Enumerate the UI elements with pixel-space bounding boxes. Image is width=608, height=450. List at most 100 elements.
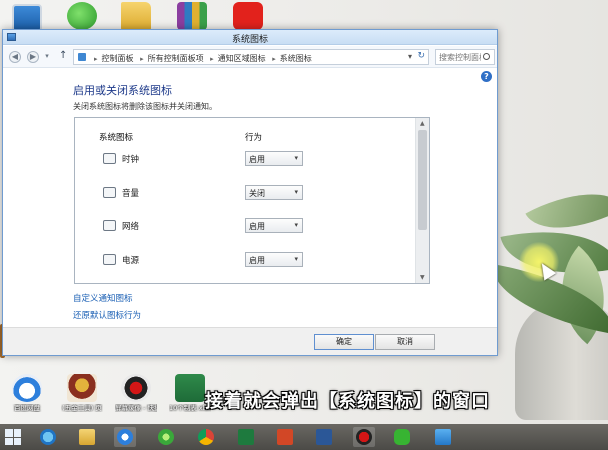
chevron-down-icon: ▾ — [294, 255, 298, 263]
hawk-icon — [67, 374, 97, 402]
address-dropdown-icon[interactable]: ▾ — [408, 52, 412, 61]
ie-icon — [67, 2, 97, 30]
taskbar-remote-desktop[interactable] — [432, 427, 454, 447]
refresh-icon[interactable]: ↻ — [417, 51, 425, 61]
breadcrumb-item[interactable]: 所有控制面板项 — [148, 54, 204, 63]
window-title: 系统图标 — [231, 35, 268, 45]
desktop-icon-screen-recorder[interactable]: 屏幕录像 - 快捷方式 — [115, 374, 157, 412]
desktop-icon-netease-music[interactable] — [227, 2, 269, 30]
desktop-icon-label: (五金工具) 页 — [62, 404, 102, 412]
behavior-select[interactable]: 启用 ▾ — [245, 218, 303, 233]
start-button[interactable] — [5, 429, 21, 445]
chevron-down-icon: ▾ — [294, 154, 298, 162]
page-title: 启用或关闭系统图标 — [73, 84, 172, 97]
column-header-behavior: 行为 — [245, 133, 263, 143]
desktop-icon-label: 百度网盘 — [14, 404, 40, 412]
taskbar-ie[interactable] — [37, 427, 59, 447]
search-input[interactable] — [439, 51, 481, 63]
taskbar-baidu-netdisk[interactable] — [114, 427, 136, 447]
page-description: 关闭系统图标将删除该图标并关闭通知。 — [73, 102, 217, 111]
folder-icon — [121, 2, 151, 30]
explorer-icon — [79, 429, 95, 445]
remote-desktop-icon — [435, 429, 451, 445]
taskbar-excel[interactable] — [235, 427, 257, 447]
taskbar-powerpoint[interactable] — [274, 427, 296, 447]
behavior-value: 启用 — [249, 222, 265, 231]
up-arrow-icon[interactable]: ↑ — [59, 50, 67, 61]
behavior-select[interactable]: 关闭 ▾ — [245, 185, 303, 200]
vertical-scrollbar[interactable]: ▲ ▼ — [415, 118, 429, 283]
row-label: 时钟 — [122, 155, 140, 165]
powerpoint-icon — [277, 429, 293, 445]
video-subtitle: 接着就会弹出【系统图标】的窗口 — [205, 391, 490, 412]
desktop-icon-archive[interactable] — [171, 2, 213, 30]
computer-icon — [12, 4, 42, 32]
scrollbar-thumb[interactable] — [418, 130, 427, 230]
search-icon — [483, 53, 490, 60]
chevron-down-icon: ▾ — [294, 188, 298, 196]
volume-icon — [103, 187, 116, 198]
taskbar-word[interactable] — [313, 427, 335, 447]
archive-icon — [177, 2, 207, 30]
list-item: 音量 关闭 ▾ — [75, 182, 415, 204]
navigation-bar: ◀ ▶ ▾ ↑ ▸ 控制面板 ▸ 所有控制面板项 ▸ 通知区域图标 ▸ 系统图标 ▾ ↻ — [3, 46, 497, 68]
scroll-up-icon[interactable]: ▲ — [420, 120, 425, 127]
forward-button[interactable]: ▶ — [27, 51, 39, 63]
taskbar-chrome[interactable] — [195, 427, 217, 447]
breadcrumb-item[interactable]: 控制面板 — [102, 54, 134, 63]
taskbar-recorder[interactable] — [353, 427, 375, 447]
back-button[interactable]: ◀ — [9, 51, 21, 63]
cancel-button[interactable]: 取消 — [375, 334, 435, 350]
behavior-select[interactable]: 启用 ▾ — [245, 151, 303, 166]
desktop-icon-computer[interactable] — [6, 4, 48, 32]
list-item: 电源 启用 ▾ — [75, 249, 415, 271]
taskbar-wechat[interactable] — [391, 427, 413, 447]
list-item: 网络 启用 ▾ — [75, 215, 415, 237]
desktop-icon-folder[interactable] — [115, 2, 157, 30]
chevron-down-icon: ▾ — [294, 221, 298, 229]
list-item: 时钟 启用 ▾ — [75, 148, 415, 170]
row-label: 音量 — [122, 189, 140, 199]
breadcrumb-item[interactable]: 通知区域图标 — [218, 54, 266, 63]
recorder-icon — [356, 429, 372, 445]
chrome-icon — [198, 429, 214, 445]
screen-recorder-icon — [121, 374, 151, 402]
desktop-icon-label: 屏幕录像 - 快捷方式 — [115, 404, 157, 412]
baidu-netdisk-icon — [12, 374, 42, 402]
ok-button[interactable]: 确定 — [314, 334, 374, 350]
netease-music-icon — [233, 2, 263, 30]
dialog-button-bar: 确定 取消 — [3, 327, 497, 355]
system-icons-window: 系统图标 ◀ ▶ ▾ ↑ ▸ 控制面板 ▸ 所有控制面板项 ▸ 通知区域图标 ▸ 系统图… — [2, 29, 498, 356]
taskbar-360-browser[interactable] — [155, 427, 177, 447]
network-icon — [103, 220, 116, 231]
behavior-value: 启用 — [249, 155, 265, 164]
desktop-icon-hawk[interactable]: (五金工具) 页 — [61, 374, 103, 412]
behavior-value: 启用 — [249, 256, 265, 265]
restore-default-behavior-link[interactable]: 还原默认图标行为 — [73, 309, 141, 321]
excel-icon — [238, 429, 254, 445]
breadcrumb: ▸ 控制面板 ▸ 所有控制面板项 ▸ 通知区域图标 ▸ 系统图标 — [94, 54, 312, 63]
row-label: 网络 — [122, 222, 140, 232]
address-bar[interactable]: ▸ 控制面板 ▸ 所有控制面板项 ▸ 通知区域图标 ▸ 系统图标 ▾ ↻ — [73, 49, 429, 65]
system-icons-list: 系统图标 行为 时钟 启用 ▾ 音量 关闭 ▾ 网络 启用 ▾ 电源 启用 ▾ … — [74, 117, 430, 284]
scroll-down-icon[interactable]: ▼ — [420, 274, 425, 281]
cursor-highlight — [519, 242, 559, 282]
control-panel-icon — [78, 53, 86, 61]
power-icon — [103, 254, 116, 265]
behavior-select[interactable]: 启用 ▾ — [245, 252, 303, 267]
wechat-icon — [394, 429, 410, 445]
excel-file-icon — [175, 374, 205, 402]
taskbar-explorer[interactable] — [76, 427, 98, 447]
desktop-icon-ie[interactable] — [61, 2, 103, 30]
titlebar[interactable]: 系统图标 — [3, 30, 497, 45]
behavior-value: 关闭 — [249, 189, 265, 198]
help-icon[interactable]: ? — [481, 71, 492, 82]
customize-notification-icons-link[interactable]: 自定义通知图标 — [73, 292, 133, 304]
breadcrumb-item[interactable]: 系统图标 — [280, 54, 312, 63]
search-box[interactable] — [435, 49, 495, 65]
ie-icon — [40, 429, 56, 445]
word-icon — [316, 429, 332, 445]
recent-dropdown-icon[interactable]: ▾ — [43, 51, 51, 63]
360-browser-icon — [158, 429, 174, 445]
desktop-icon-baidu-netdisk[interactable]: 百度网盘 — [6, 374, 48, 412]
